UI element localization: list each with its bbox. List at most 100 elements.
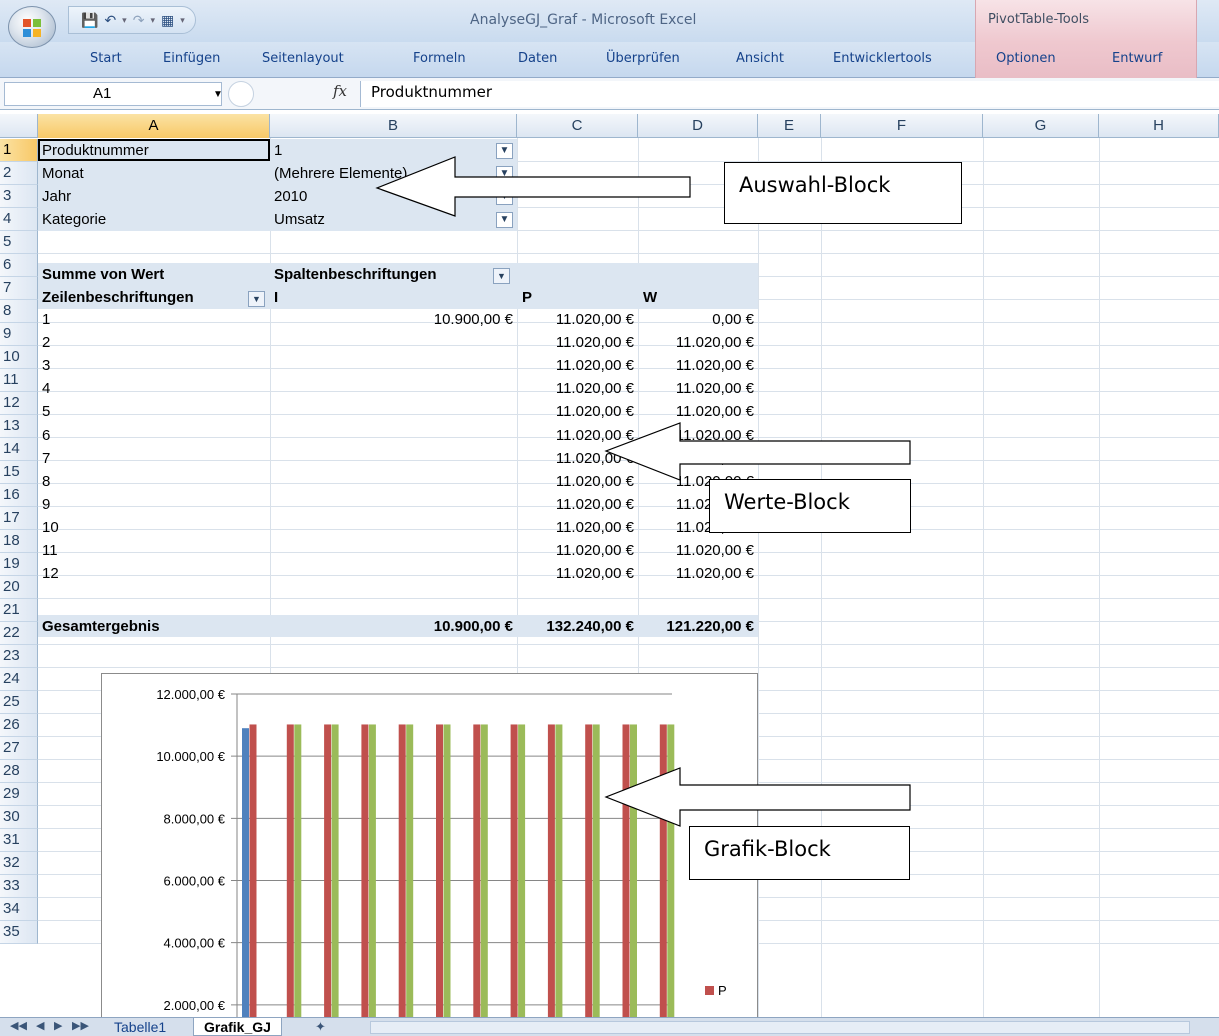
filter-value-kategorie[interactable]: Umsatz [274, 209, 325, 231]
filter-dropdown-icon[interactable]: ▼ [496, 166, 513, 182]
bar-w-3[interactable] [331, 724, 339, 1017]
last-sheet-icon[interactable]: ▶▶ [72, 1019, 89, 1032]
row-header[interactable]: 17 [0, 507, 38, 530]
pivot-value-w[interactable]: 11.020,00 € [638, 540, 754, 562]
pivot-value-w[interactable]: 11.020,00 € [638, 563, 754, 585]
tab-daten[interactable]: Daten [518, 51, 557, 66]
bar-p-10[interactable] [585, 724, 593, 1017]
pivot-value-w[interactable]: 11.020,00 € [638, 378, 754, 400]
pivot-value-p[interactable]: 11.020,00 € [517, 563, 634, 585]
sheet-tab-grafik-gj[interactable]: Grafik_GJ [193, 1018, 282, 1036]
tab-entwicklertools[interactable]: Entwicklertools [833, 51, 932, 66]
filter-value-jahr[interactable]: 2010 [274, 186, 307, 208]
filter-dropdown-icon[interactable]: ▼ [496, 143, 513, 159]
tab-ueberpruefen[interactable]: Überprüfen [606, 51, 680, 66]
bar-p-4[interactable] [361, 724, 369, 1017]
row-header[interactable]: 10 [0, 346, 38, 369]
pivot-value-w[interactable]: 0,00 € [638, 309, 754, 331]
pivot-row-label[interactable]: 4 [42, 378, 242, 400]
pivot-value-w[interactable]: 11.020,00 € [638, 332, 754, 354]
tab-einfuegen[interactable]: Einfügen [163, 51, 220, 66]
bar-p-9[interactable] [547, 724, 555, 1017]
office-button[interactable] [8, 6, 56, 48]
bar-p-3[interactable] [324, 724, 332, 1017]
pivot-row-label[interactable]: 2 [42, 332, 242, 354]
filter-value-produktnummer[interactable]: 1 [274, 140, 282, 162]
pivot-chart[interactable]: 12.000,00 € 10.000,00 € 8.000,00 € 6.000,00… [101, 673, 758, 1017]
tab-start[interactable]: Start [90, 51, 122, 66]
row-header[interactable]: 20 [0, 576, 38, 599]
bar-p-5[interactable] [398, 724, 406, 1017]
bar-w-11[interactable] [630, 724, 637, 1017]
column-header-f[interactable]: F [821, 114, 983, 138]
sheet-tab-tabelle1[interactable]: Tabelle1 [104, 1018, 176, 1036]
undo-dropdown-icon[interactable]: ▾ [122, 15, 127, 26]
column-header-a[interactable]: A [38, 114, 270, 138]
pivot-row-label[interactable]: 12 [42, 563, 242, 585]
filter-value-monat[interactable]: (Mehrere Elemente) [274, 163, 424, 185]
bar-p-12[interactable] [659, 724, 667, 1017]
filter-dropdown-icon[interactable]: ▼ [496, 212, 513, 228]
form-icon[interactable]: ▦ [161, 13, 174, 27]
column-header-b[interactable]: B [270, 114, 517, 138]
column-header-d[interactable]: D [638, 114, 758, 138]
column-labels-dropdown-icon[interactable]: ▼ [493, 268, 510, 284]
bar-p-11[interactable] [622, 724, 630, 1017]
row-header[interactable]: 28 [0, 760, 38, 783]
row-header[interactable]: 34 [0, 898, 38, 921]
bar-p-6[interactable] [436, 724, 443, 1017]
pivot-value-p[interactable]: 11.020,00 € [517, 355, 634, 377]
horizontal-scrollbar[interactable] [370, 1021, 1190, 1034]
bar-p-7[interactable] [473, 724, 481, 1017]
row-header[interactable]: 3 [0, 185, 38, 208]
row-header[interactable]: 23 [0, 645, 38, 668]
row-header[interactable]: 18 [0, 530, 38, 553]
row-header[interactable]: 16 [0, 484, 38, 507]
pivot-value-p[interactable]: 11.020,00 € [517, 401, 634, 423]
row-header[interactable]: 33 [0, 875, 38, 898]
bar-w-8[interactable] [518, 724, 526, 1017]
filter-dropdown-icon[interactable]: ▼ [496, 189, 513, 205]
row-header[interactable]: 13 [0, 415, 38, 438]
pivot-value-w[interactable]: 11.020,00 € [638, 448, 754, 470]
row-header[interactable]: 24 [0, 668, 38, 691]
redo-dropdown-icon[interactable]: ▾ [150, 15, 155, 26]
save-icon[interactable]: 💾 [81, 13, 98, 27]
column-header-c[interactable]: C [517, 114, 638, 138]
row-header[interactable]: 25 [0, 691, 38, 714]
pivot-value-w[interactable]: 11.020,00 € [638, 355, 754, 377]
undo-icon[interactable]: ↶ [104, 13, 116, 27]
pivot-row-label[interactable]: 7 [42, 448, 242, 470]
pivot-value-p[interactable]: 11.020,00 € [517, 494, 634, 516]
formula-input[interactable]: Produktnummer [360, 81, 1219, 107]
pivot-row-label[interactable]: 5 [42, 401, 242, 423]
row-header[interactable]: 2 [0, 162, 38, 185]
first-sheet-icon[interactable]: ◀◀ [10, 1019, 27, 1032]
bar-w-2[interactable] [294, 724, 302, 1017]
row-labels-dropdown-icon[interactable]: ▼ [248, 291, 265, 307]
prev-sheet-icon[interactable]: ◀ [36, 1019, 44, 1032]
name-box[interactable]: A1 ▼ [4, 82, 223, 106]
tab-optionen[interactable]: Optionen [996, 51, 1056, 66]
bar-w-9[interactable] [555, 724, 563, 1017]
column-header-g[interactable]: G [983, 114, 1099, 138]
next-sheet-icon[interactable]: ▶ [54, 1019, 62, 1032]
redo-icon[interactable]: ↷ [133, 13, 145, 27]
row-header[interactable]: 5 [0, 231, 38, 254]
pivot-value-p[interactable]: 11.020,00 € [517, 540, 634, 562]
row-header[interactable]: 27 [0, 737, 38, 760]
pivot-value-p[interactable]: 11.020,00 € [517, 425, 634, 447]
pivot-row-label[interactable]: 6 [42, 425, 242, 447]
row-header[interactable]: 1 [0, 139, 38, 162]
row-header[interactable]: 7 [0, 277, 38, 300]
row-header[interactable]: 32 [0, 852, 38, 875]
pivot-value-p[interactable]: 11.020,00 € [517, 517, 634, 539]
bar-w-4[interactable] [368, 724, 376, 1017]
column-header-e[interactable]: E [758, 114, 821, 138]
bar-w-5[interactable] [406, 724, 414, 1017]
bar-i-1[interactable] [242, 728, 249, 1017]
bar-w-7[interactable] [480, 724, 488, 1017]
pivot-row-label[interactable]: 1 [42, 309, 242, 331]
pivot-value-w[interactable]: 11.020,00 € [638, 401, 754, 423]
pivot-value-p[interactable]: 11.020,00 € [517, 332, 634, 354]
